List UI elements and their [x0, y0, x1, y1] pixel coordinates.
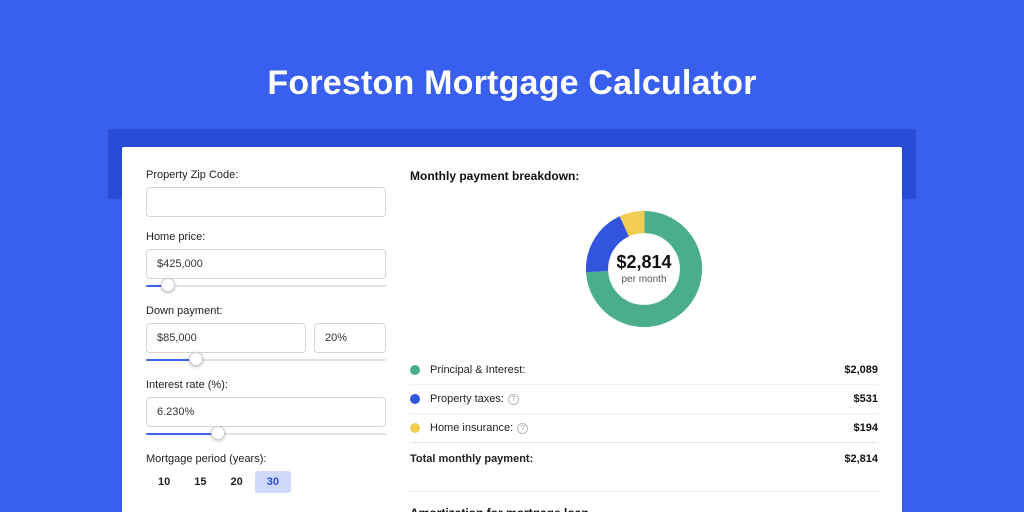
legend-value: $194: [854, 422, 878, 434]
legend-label-text: Property taxes:: [430, 393, 504, 405]
legend-row: Property taxes:?$531: [410, 384, 878, 413]
period-option-15[interactable]: 15: [182, 471, 218, 493]
slider-track: [146, 285, 386, 287]
donut-chart-area: $2,814 per month: [410, 191, 878, 346]
donut-total-amount: $2,814: [616, 252, 671, 273]
legend-row: Home insurance:?$194: [410, 413, 878, 442]
down-payment-input[interactable]: [146, 323, 306, 353]
home-price-label: Home price:: [146, 231, 386, 243]
donut-center: $2,814 per month: [582, 207, 706, 331]
interest-rate-label: Interest rate (%):: [146, 379, 386, 391]
home-price-slider[interactable]: [146, 281, 386, 291]
legend-dot-icon: [410, 365, 420, 375]
down-payment-slider[interactable]: [146, 355, 386, 365]
inputs-panel: Property Zip Code: Home price: Down paym…: [146, 169, 386, 507]
legend-dot-icon: [410, 394, 420, 404]
legend-label: Property taxes:?: [430, 393, 854, 405]
legend-value: $2,089: [844, 364, 878, 376]
mortgage-period-label: Mortgage period (years):: [146, 453, 386, 465]
calculator-card: Property Zip Code: Home price: Down paym…: [122, 147, 902, 512]
legend-label: Principal & Interest:: [430, 364, 844, 376]
slider-thumb[interactable]: [211, 426, 225, 440]
legend-total-label: Total monthly payment:: [410, 453, 844, 465]
page-root: Foreston Mortgage Calculator Property Zi…: [0, 0, 1024, 512]
legend-label-text: Home insurance:: [430, 422, 513, 434]
breakdown-panel: Monthly payment breakdown: $2,814 per mo…: [410, 169, 878, 507]
donut-total-sub: per month: [621, 274, 666, 285]
legend-value: $531: [854, 393, 878, 405]
amortization-section: Amortization for mortgage loan Amortizat…: [410, 491, 878, 512]
legend-row: Principal & Interest: $2,089: [410, 356, 878, 384]
mortgage-period-group: 10152030: [146, 471, 386, 493]
period-option-10[interactable]: 10: [146, 471, 182, 493]
slider-thumb[interactable]: [161, 278, 175, 292]
info-icon[interactable]: ?: [517, 423, 528, 434]
donut-chart: $2,814 per month: [582, 207, 706, 331]
zip-input[interactable]: [146, 187, 386, 217]
slider-thumb[interactable]: [189, 352, 203, 366]
page-title: Foreston Mortgage Calculator: [0, 0, 1024, 103]
legend-label-text: Principal & Interest:: [430, 364, 525, 376]
slider-fill: [146, 433, 218, 435]
legend-total-row: Total monthly payment: $2,814: [410, 442, 878, 473]
zip-label: Property Zip Code:: [146, 169, 386, 181]
legend-label: Home insurance:?: [430, 422, 854, 434]
home-price-input[interactable]: [146, 249, 386, 279]
info-icon[interactable]: ?: [508, 394, 519, 405]
legend-total-value: $2,814: [844, 453, 878, 465]
interest-rate-input[interactable]: [146, 397, 386, 427]
amortization-title: Amortization for mortgage loan: [410, 506, 878, 512]
interest-rate-slider[interactable]: [146, 429, 386, 439]
period-option-30[interactable]: 30: [255, 471, 291, 493]
legend-list: Principal & Interest: $2,089 Property taxe…: [410, 356, 878, 442]
down-payment-pct-input[interactable]: [314, 323, 386, 353]
period-option-20[interactable]: 20: [219, 471, 255, 493]
breakdown-title: Monthly payment breakdown:: [410, 169, 878, 183]
legend-dot-icon: [410, 423, 420, 433]
down-payment-label: Down payment:: [146, 305, 386, 317]
